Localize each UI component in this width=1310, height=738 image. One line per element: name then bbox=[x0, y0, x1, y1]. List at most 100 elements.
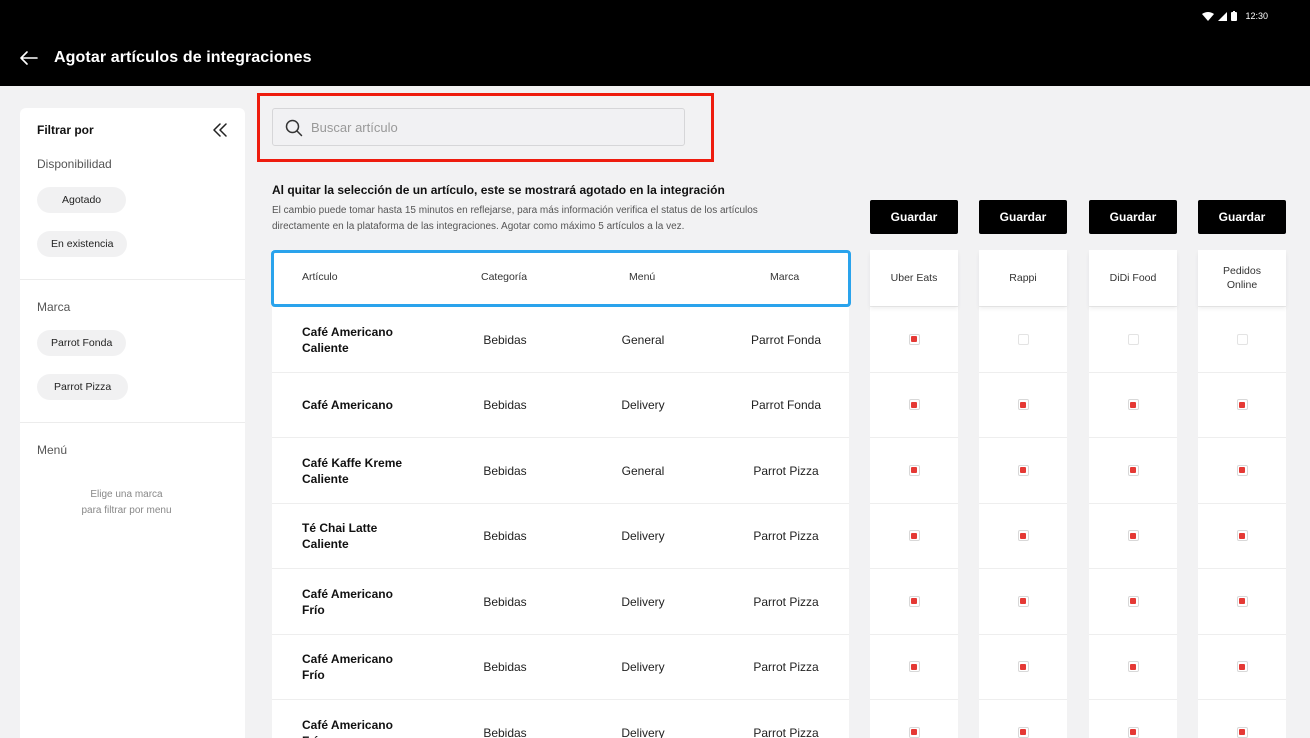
search-box[interactable] bbox=[272, 108, 685, 146]
integration-cell bbox=[979, 568, 1067, 634]
table-row[interactable]: Café AmericanoFríoBebidasDeliveryParrot … bbox=[272, 633, 849, 700]
availability-checkbox[interactable] bbox=[1236, 595, 1248, 607]
integration-header-uber-eats: Uber Eats bbox=[870, 250, 958, 306]
availability-checkbox[interactable] bbox=[908, 661, 920, 673]
integration-column-pedidos-online: Pedidos Online bbox=[1198, 250, 1286, 738]
availability-checkbox[interactable] bbox=[1017, 464, 1029, 476]
integration-cell bbox=[870, 306, 958, 372]
table-row[interactable]: Café Americano Bebidas Delivery Parrot Fond… bbox=[272, 371, 849, 438]
availability-checkbox[interactable] bbox=[908, 595, 920, 607]
integration-cell bbox=[1089, 437, 1177, 503]
item-name-line1: Café Americano bbox=[302, 586, 393, 601]
column-header-categoria: Categoría bbox=[481, 271, 528, 283]
availability-checkbox[interactable] bbox=[1017, 333, 1029, 345]
item-category: Bebidas bbox=[483, 398, 527, 412]
integration-cell bbox=[1198, 502, 1286, 569]
item-name: Café AmericanoFrío bbox=[302, 700, 432, 738]
search-icon bbox=[285, 119, 303, 137]
collapse-sidebar-button[interactable] bbox=[211, 122, 229, 138]
availability-label: Disponibilidad bbox=[37, 157, 112, 171]
status-time: 12:30 bbox=[1245, 11, 1268, 21]
integration-cell bbox=[1089, 502, 1177, 569]
item-brand: Parrot Fonda bbox=[750, 398, 822, 412]
item-name-line1: Café Kaffe Kreme bbox=[302, 455, 403, 470]
availability-checkbox[interactable] bbox=[1236, 464, 1248, 476]
save-button-didi-food[interactable]: Guardar bbox=[1089, 200, 1177, 234]
back-button[interactable] bbox=[19, 48, 39, 68]
availability-checkbox[interactable] bbox=[1127, 661, 1139, 673]
availability-checkbox[interactable] bbox=[1236, 530, 1248, 542]
chip-en-existencia[interactable]: En existencia bbox=[37, 231, 128, 257]
item-name: Café AmericanoFrío bbox=[302, 635, 432, 700]
availability-checkbox[interactable] bbox=[1127, 333, 1139, 345]
integration-cell bbox=[870, 633, 958, 700]
table-row[interactable]: Café AmericanoFríoBebidasDeliveryParrot … bbox=[272, 568, 849, 634]
save-button-rappi[interactable]: Guardar bbox=[979, 200, 1067, 234]
save-button-pedidos-online[interactable]: Guardar bbox=[1198, 200, 1286, 234]
availability-checkbox[interactable] bbox=[908, 726, 920, 738]
availability-checkbox[interactable] bbox=[1127, 399, 1139, 411]
app-bar: 12:30 Agotar artículos de integraciones bbox=[0, 0, 1310, 86]
integration-cell bbox=[979, 371, 1067, 438]
item-name-line2: Caliente bbox=[302, 340, 349, 355]
info-line1: El cambio puede tomar hasta 15 minutos e… bbox=[272, 205, 758, 216]
availability-checkbox[interactable] bbox=[908, 333, 920, 345]
chip-parrot-fonda[interactable]: Parrot Fonda bbox=[37, 330, 127, 356]
item-brand: Parrot Pizza bbox=[753, 725, 819, 738]
availability-checkbox[interactable] bbox=[1017, 399, 1029, 411]
integration-cell bbox=[1198, 699, 1286, 738]
availability-checkbox[interactable] bbox=[1236, 333, 1248, 345]
item-brand: Parrot Pizza bbox=[753, 594, 819, 609]
integration-cell bbox=[1198, 437, 1286, 503]
item-menu: Delivery bbox=[621, 660, 665, 674]
item-name-line2: Frío bbox=[302, 733, 393, 738]
table-row[interactable]: Café Americano Caliente Bebidas General Parr… bbox=[272, 306, 849, 372]
availability-checkbox[interactable] bbox=[1236, 726, 1248, 738]
integration-cell bbox=[870, 568, 958, 634]
sidebar-divider bbox=[20, 422, 245, 423]
item-name-line1: Café Americano bbox=[302, 717, 393, 732]
availability-checkbox[interactable] bbox=[1017, 661, 1029, 673]
availability-checkbox[interactable] bbox=[1017, 726, 1029, 738]
integration-cell bbox=[979, 502, 1067, 569]
availability-checkbox[interactable] bbox=[1017, 530, 1029, 542]
availability-checkbox[interactable] bbox=[1127, 726, 1139, 738]
table-row[interactable]: Café AmericanoFríoBebidasDeliveryParrot … bbox=[272, 699, 849, 738]
item-brand: Parrot Pizza bbox=[753, 463, 819, 478]
integration-name-line1: Pedidos bbox=[1223, 265, 1261, 277]
availability-checkbox[interactable] bbox=[1127, 595, 1139, 607]
availability-checkbox[interactable] bbox=[1236, 399, 1248, 411]
info-line2: directamente en la plataforma de las int… bbox=[272, 221, 685, 232]
chip-parrot-pizza[interactable]: Parrot Pizza bbox=[37, 374, 129, 400]
integration-cell bbox=[870, 502, 958, 569]
availability-checkbox[interactable] bbox=[908, 399, 920, 411]
item-name: Té Chai Latte Caliente bbox=[302, 504, 432, 569]
integration-cell bbox=[979, 699, 1067, 738]
info-description: El cambio puede tomar hasta 15 minutos e… bbox=[272, 203, 832, 235]
item-category: Bebidas bbox=[483, 725, 527, 738]
double-chevron-left-icon bbox=[213, 123, 227, 137]
save-button-uber-eats[interactable]: Guardar bbox=[870, 200, 958, 234]
table-row[interactable]: Té Chai Latte Caliente Bebidas Delivery Parr… bbox=[272, 502, 849, 569]
column-header-menu: Menú bbox=[629, 271, 656, 283]
integration-cell bbox=[1089, 699, 1177, 738]
item-name: Café Americano bbox=[302, 373, 432, 438]
availability-checkbox[interactable] bbox=[1017, 595, 1029, 607]
table-row[interactable]: Café Kaffe Kreme Caliente Bebidas General Pa… bbox=[272, 437, 849, 503]
availability-checkbox[interactable] bbox=[908, 464, 920, 476]
availability-checkbox[interactable] bbox=[1127, 464, 1139, 476]
availability-checkbox[interactable] bbox=[908, 530, 920, 542]
integration-cell bbox=[870, 437, 958, 503]
page-title: Agotar artículos de integraciones bbox=[54, 49, 312, 66]
item-menu: General bbox=[621, 463, 665, 478]
item-menu: Delivery bbox=[621, 529, 665, 543]
availability-checkbox[interactable] bbox=[1236, 661, 1248, 673]
availability-checkbox[interactable] bbox=[1127, 530, 1139, 542]
integration-cell bbox=[1089, 306, 1177, 372]
item-brand: Parrot Fonda bbox=[750, 332, 822, 347]
chip-agotado[interactable]: Agotado bbox=[37, 187, 127, 213]
integration-header-pedidos-online: Pedidos Online bbox=[1198, 250, 1286, 306]
search-input[interactable] bbox=[311, 109, 681, 145]
integration-name-line1: DiDi Food bbox=[1109, 272, 1157, 284]
item-name-line2: Caliente bbox=[302, 471, 349, 486]
